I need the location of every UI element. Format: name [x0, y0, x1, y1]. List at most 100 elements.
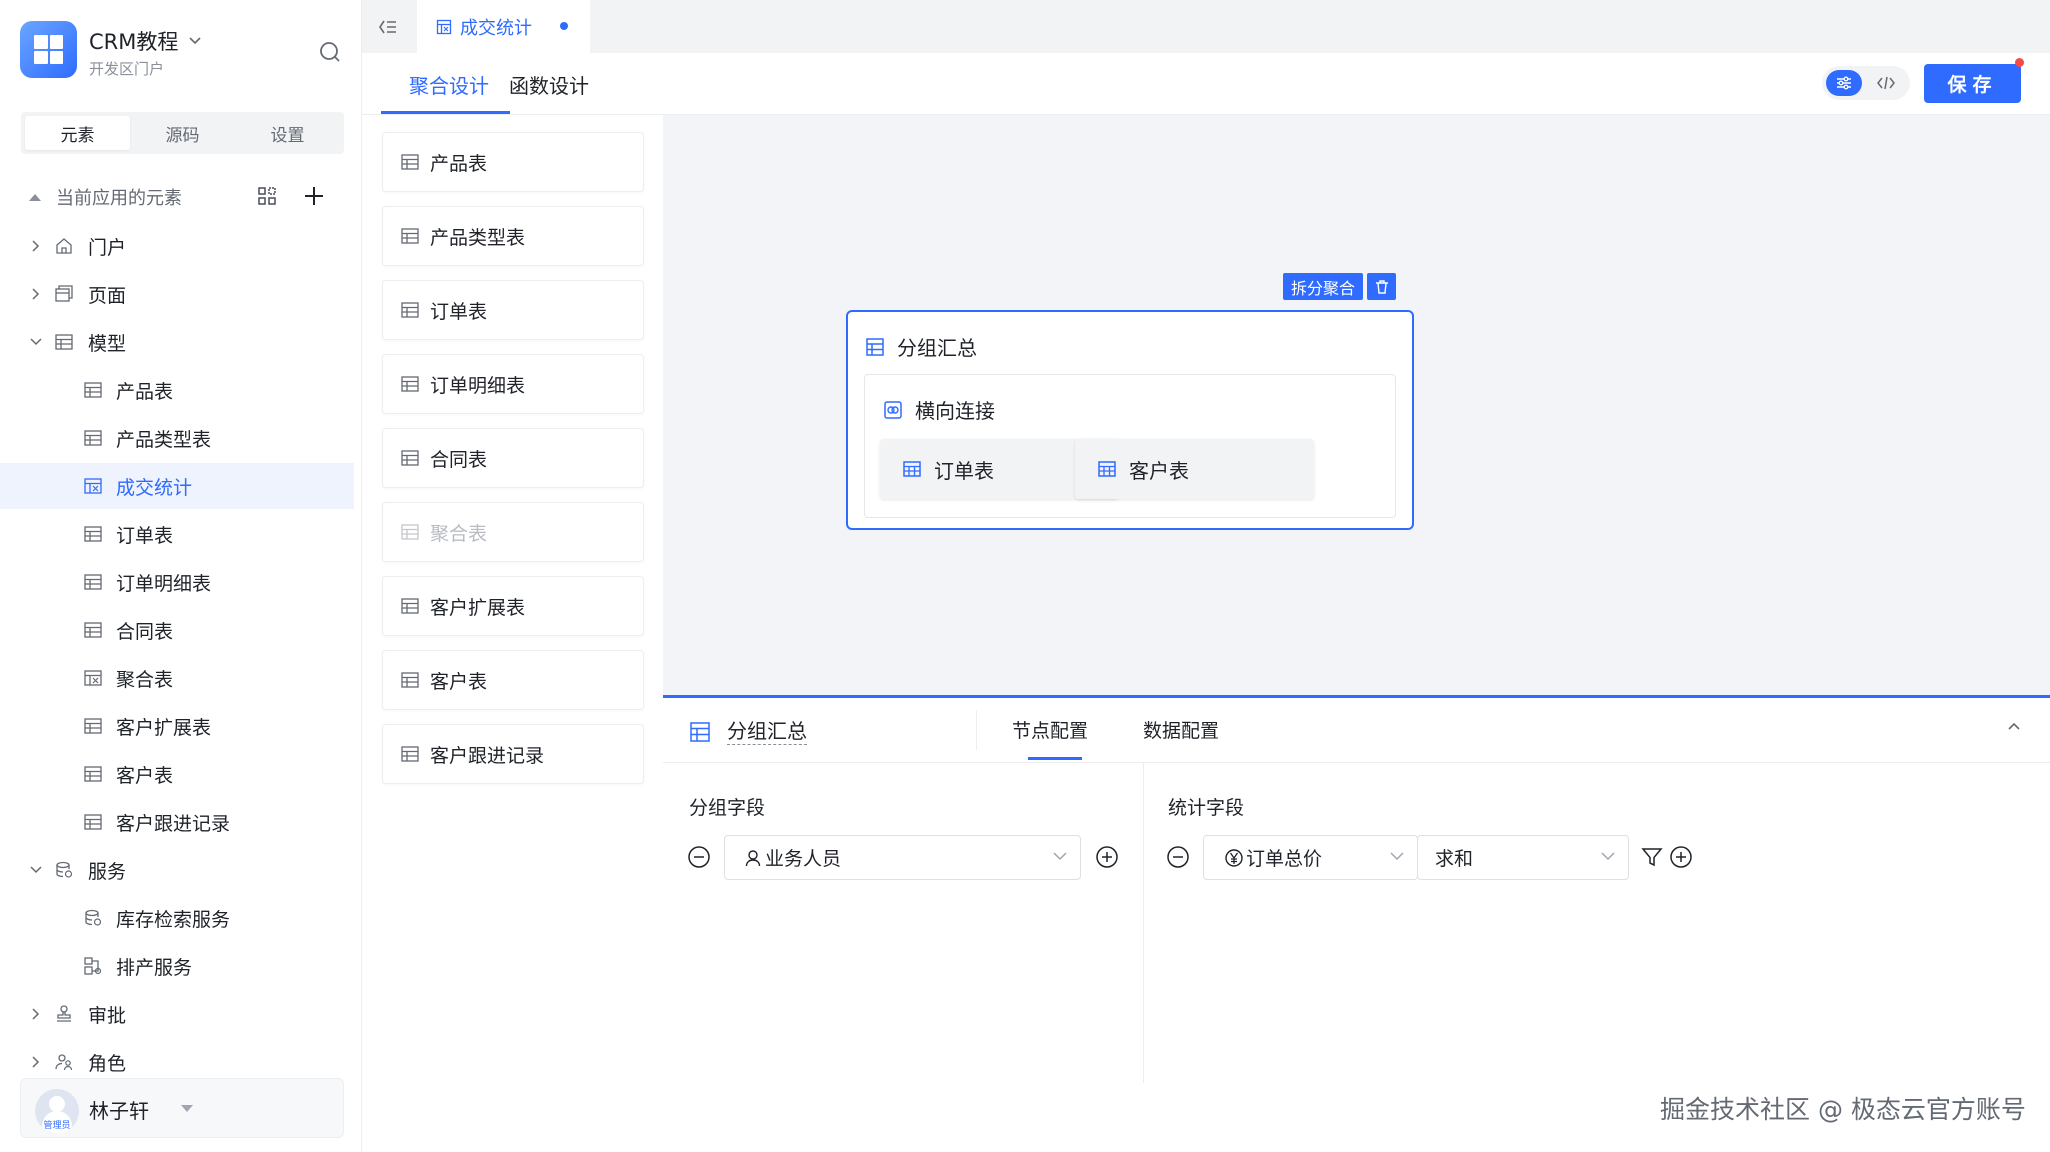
tab-function-design[interactable]: 函数设计	[509, 53, 589, 115]
aggregate-table-icon	[83, 668, 103, 688]
sliders-icon[interactable]	[1826, 70, 1862, 96]
sidebar-item-label: 门户	[88, 236, 127, 259]
horizontal-join-node[interactable]: 横向连接 订单表 客户表	[864, 374, 1396, 518]
group-field-select[interactable]: 业务人员	[724, 835, 1081, 880]
filter-icon[interactable]	[1641, 846, 1663, 868]
search-icon[interactable]	[318, 40, 342, 64]
tab-node-config[interactable]: 节点配置	[1012, 698, 1088, 760]
watermark: 掘金技术社区 @ 极态云官方账号	[1660, 1095, 2026, 1124]
sidebar-item-label: 角色	[88, 1052, 127, 1075]
join-table-card[interactable]: 客户表	[1075, 439, 1314, 499]
table-icon	[400, 744, 420, 764]
add-circle-icon[interactable]	[1669, 845, 1693, 869]
table-list-item[interactable]: 客户表	[382, 650, 644, 710]
sidebar-item-label: 聚合表	[116, 668, 174, 691]
node-name-editable[interactable]: 分组汇总	[727, 718, 807, 745]
chevron-down-icon	[1389, 850, 1405, 862]
sidebar-tabs: 元素 源码 设置	[21, 112, 344, 154]
table-icon	[83, 380, 103, 400]
sidebar-item[interactable]: 服务	[0, 847, 354, 893]
sidebar-item[interactable]: 审批	[0, 991, 354, 1037]
trash-icon[interactable]	[1367, 273, 1397, 300]
app-logo[interactable]	[20, 21, 77, 78]
tab-data-config[interactable]: 数据配置	[1143, 698, 1219, 760]
stat-function-select[interactable]: 求和	[1417, 835, 1629, 880]
collapse-sidebar-icon[interactable]	[376, 16, 398, 38]
sidebar-item[interactable]: 成交统计	[0, 463, 354, 509]
split-aggregate-button[interactable]: 拆分聚合	[1283, 273, 1364, 300]
currency-icon	[1224, 848, 1244, 868]
notification-dot	[2015, 58, 2024, 67]
chevron-right-icon[interactable]	[29, 287, 43, 301]
chevron-right-icon[interactable]	[29, 1007, 43, 1021]
table-list-item[interactable]: 订单明细表	[382, 354, 644, 414]
sidebar-item[interactable]: 合同表	[0, 607, 354, 653]
sidebar-item[interactable]: 客户扩展表	[0, 703, 354, 749]
code-icon[interactable]	[1868, 70, 1904, 96]
table-icon	[400, 374, 420, 394]
table-list-item[interactable]: 订单表	[382, 280, 644, 340]
sidebar-item[interactable]: 产品表	[0, 367, 354, 413]
tab-settings[interactable]: 设置	[235, 116, 340, 150]
user-card[interactable]: 管理员 林子轩	[20, 1078, 344, 1138]
table-list-item: 聚合表	[382, 502, 644, 562]
join-table-label: 客户表	[1129, 458, 1189, 483]
table-list-item[interactable]: 产品类型表	[382, 206, 644, 266]
sidebar-item[interactable]: 客户表	[0, 751, 354, 797]
sidebar-item[interactable]: 排产服务	[0, 943, 354, 989]
save-button[interactable]: 保存	[1924, 64, 2021, 103]
sidebar-item-label: 页面	[88, 284, 127, 307]
scan-icon[interactable]	[256, 185, 278, 207]
aggregate-table-icon	[83, 476, 103, 496]
remove-circle-icon[interactable]	[687, 845, 711, 869]
sidebar-item[interactable]: 订单明细表	[0, 559, 354, 605]
group-summary-node[interactable]: 分组汇总 横向连接 订单表 客户表	[846, 310, 1414, 530]
sidebar-item-label: 库存检索服务	[116, 908, 231, 931]
join-icon	[883, 400, 903, 420]
app-title: CRM教程	[89, 30, 179, 54]
node-title: 分组汇总	[865, 332, 977, 361]
table-list-item[interactable]: 客户跟进记录	[382, 724, 644, 784]
chevron-right-icon[interactable]	[29, 1055, 43, 1069]
tab-deal-statistics[interactable]: 成交统计	[417, 0, 590, 53]
tab-source[interactable]: 源码	[130, 116, 235, 150]
app-switcher[interactable]: CRM教程	[89, 26, 202, 56]
table-icon	[865, 337, 885, 357]
sidebar-item-label: 排产服务	[116, 956, 193, 979]
panel-header: 分组汇总 节点配置 数据配置	[663, 698, 2050, 763]
caret-up-icon[interactable]	[28, 192, 42, 202]
add-icon[interactable]	[302, 184, 326, 208]
table-list-label: 产品类型表	[430, 226, 526, 249]
sidebar-item[interactable]: 模型	[0, 319, 354, 365]
table-list-label: 产品表	[430, 152, 488, 175]
table-list-item[interactable]: 客户扩展表	[382, 576, 644, 636]
remove-circle-icon[interactable]	[1166, 845, 1190, 869]
chevron-up-icon[interactable]	[2006, 720, 2022, 732]
table-icon	[1097, 459, 1117, 479]
sidebar-item[interactable]: 客户跟进记录	[0, 799, 354, 845]
sidebar-item[interactable]: 页面	[0, 271, 354, 317]
chevron-right-icon[interactable]	[29, 239, 43, 253]
caret-down-icon[interactable]	[181, 1105, 193, 1112]
table-list-item[interactable]: 合同表	[382, 428, 644, 488]
table-icon	[400, 522, 420, 542]
sidebar-item[interactable]: 订单表	[0, 511, 354, 557]
sidebar-item[interactable]: 库存检索服务	[0, 895, 354, 941]
tab-elements[interactable]: 元素	[25, 116, 130, 150]
sidebar-item-label: 合同表	[116, 620, 174, 643]
design-canvas[interactable]: 拆分聚合 分组汇总 横向连接 订单表 客户表	[663, 115, 2050, 695]
chevron-down-icon[interactable]	[29, 863, 43, 877]
sidebar-item[interactable]: 产品类型表	[0, 415, 354, 461]
table-icon	[902, 459, 922, 479]
avatar: 管理员	[35, 1089, 79, 1133]
chevron-down-icon[interactable]	[29, 335, 43, 349]
sidebar-item[interactable]: 门户	[0, 223, 354, 269]
home-icon	[54, 236, 74, 256]
stat-field-value: 订单总价	[1246, 848, 1323, 870]
sidebar-item[interactable]: 聚合表	[0, 655, 354, 701]
node-config-panel: 分组汇总 节点配置 数据配置 分组字段 业务人员 统计字段 订单总价 求和	[663, 695, 2050, 1152]
add-circle-icon[interactable]	[1095, 845, 1119, 869]
tab-aggregate-design[interactable]: 聚合设计	[409, 53, 489, 115]
table-list-item[interactable]: 产品表	[382, 132, 644, 192]
stat-field-select[interactable]: 订单总价	[1203, 835, 1418, 880]
